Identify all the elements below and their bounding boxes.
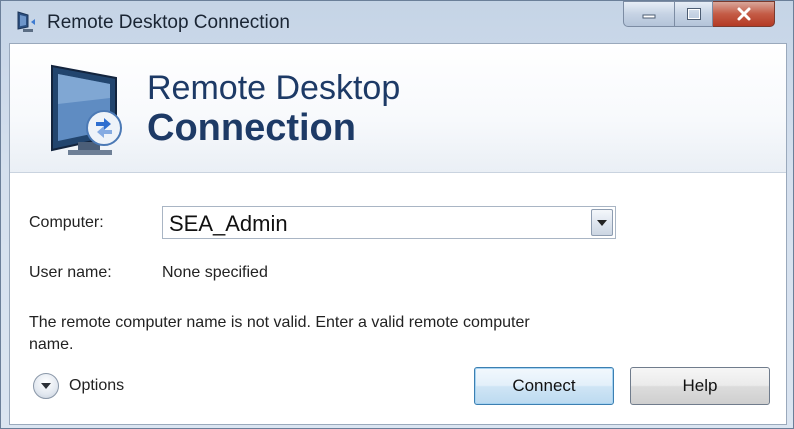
- chevron-down-icon: [41, 383, 51, 389]
- computer-combobox[interactable]: SEA_Admin: [162, 206, 616, 239]
- banner-title-line2: Connection: [147, 107, 356, 149]
- banner: Remote Desktop Connection: [10, 44, 786, 173]
- maximize-icon: [686, 8, 701, 20]
- dialog-content: Remote Desktop Connection Computer: SEA_…: [9, 43, 787, 425]
- connect-button[interactable]: Connect: [474, 367, 614, 405]
- options-label[interactable]: Options: [69, 377, 124, 395]
- computer-input[interactable]: SEA_Admin: [169, 211, 288, 237]
- rdc-window: Remote Desktop Connection Remote Desktop…: [0, 0, 794, 429]
- close-button[interactable]: [713, 1, 775, 27]
- window-title: Remote Desktop Connection: [47, 12, 290, 33]
- username-label: User name:: [29, 264, 112, 281]
- caption-buttons: [623, 1, 775, 27]
- username-value: None specified: [162, 264, 268, 281]
- banner-title-line1: Remote Desktop: [147, 69, 401, 107]
- expand-options-icon[interactable]: [33, 373, 59, 399]
- app-icon[interactable]: [15, 10, 41, 34]
- validation-message: The remote computer name is not valid. E…: [29, 314, 530, 353]
- options-toggle[interactable]: Options: [33, 371, 124, 401]
- computer-label: Computer:: [29, 214, 104, 231]
- connection-form: Computer: SEA_Admin User name: None spec…: [10, 172, 786, 424]
- help-button[interactable]: Help: [630, 367, 770, 405]
- remote-desktop-monitor-icon: [51, 64, 122, 155]
- chevron-down-icon: [597, 219, 607, 226]
- close-icon: [737, 7, 750, 21]
- title-bar[interactable]: Remote Desktop Connection: [1, 1, 793, 43]
- maximize-button[interactable]: [675, 1, 713, 27]
- minimize-button[interactable]: [623, 1, 675, 27]
- computer-dropdown-button[interactable]: [591, 209, 613, 236]
- minimize-icon: [642, 14, 656, 19]
